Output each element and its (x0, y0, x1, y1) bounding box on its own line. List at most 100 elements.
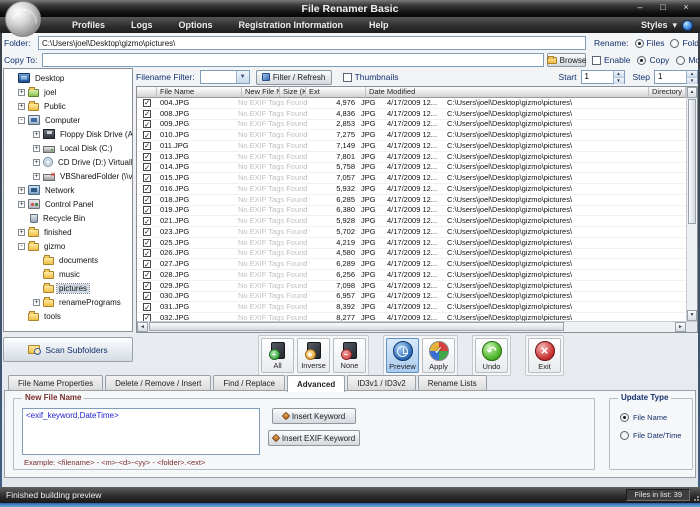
action-button[interactable]: All (261, 338, 294, 373)
tree-expander[interactable]: + (18, 187, 25, 194)
row-checkbox[interactable] (143, 282, 151, 290)
row-checkbox[interactable] (143, 142, 151, 150)
table-row[interactable]: 026.JPG No EXIF Tags Found 4,580 JPG 4/1… (137, 249, 686, 260)
tab[interactable]: ID3v1 / ID3v2 (347, 375, 415, 391)
tree-item[interactable]: Recycle Bin (6, 211, 132, 225)
tree-expander[interactable]: + (33, 145, 40, 152)
menu-item[interactable]: Options (179, 20, 213, 30)
tree-expander[interactable]: + (18, 103, 25, 110)
rename-files-option[interactable]: Files (635, 38, 665, 48)
styles-menu[interactable]: Styles ▾ (641, 17, 700, 33)
tree-expander[interactable]: + (18, 201, 25, 208)
filename-filter-combobox[interactable]: ▼ (200, 70, 250, 84)
spinner-up-icon[interactable]: ▲ (687, 71, 697, 78)
row-checkbox[interactable] (143, 120, 151, 128)
tree-expander[interactable]: + (33, 159, 40, 166)
thumbnails-option[interactable]: Thumbnails (343, 72, 399, 82)
horizontal-scroll-thumb[interactable] (149, 322, 564, 331)
tree-item[interactable]: - Computer (6, 113, 132, 127)
maximize-button[interactable]: □ (657, 2, 669, 12)
file-datetime-radio[interactable] (620, 431, 629, 440)
row-checkbox[interactable] (143, 217, 151, 225)
tree-expander[interactable]: + (33, 299, 40, 306)
tree-item[interactable]: + finished (6, 225, 132, 239)
action-button[interactable]: Inverse (297, 338, 330, 373)
step-stepper[interactable]: 1 ▲▼ (654, 70, 698, 84)
tree-item[interactable]: + Network (6, 183, 132, 197)
insert-keyword-button[interactable]: Insert Keyword (272, 408, 356, 424)
files-radio[interactable] (635, 39, 644, 48)
move-option[interactable]: Move (676, 55, 700, 65)
update-type-option[interactable]: File Name (620, 413, 667, 422)
spinner-up-icon[interactable]: ▲ (614, 71, 624, 78)
move-radio[interactable] (676, 56, 685, 65)
start-spinner-buttons[interactable]: ▲▼ (613, 71, 624, 83)
menu-item[interactable]: Profiles (72, 20, 105, 30)
thumbnails-checkbox[interactable] (343, 73, 352, 82)
step-value[interactable]: 1 (655, 71, 686, 83)
table-row[interactable]: 023.JPG No EXIF Tags Found 5,702 JPG 4/1… (137, 227, 686, 238)
table-row[interactable]: 031.JPG No EXIF Tags Found 8,392 JPG 4/1… (137, 302, 686, 313)
minimize-button[interactable]: – (634, 2, 646, 12)
tree-item[interactable]: pictures (6, 281, 132, 295)
file-name-radio[interactable] (620, 413, 629, 422)
tree-item[interactable]: + VBSharedFolder (\\vboxsvr) (Z (6, 169, 132, 183)
tab[interactable]: File Name Properties (8, 375, 103, 391)
tree-item[interactable]: music (6, 267, 132, 281)
row-checkbox[interactable] (143, 153, 151, 161)
row-checkbox[interactable] (143, 228, 151, 236)
row-checkbox[interactable] (143, 239, 151, 247)
step-spinner-buttons[interactable]: ▲▼ (686, 71, 697, 83)
scroll-down-icon[interactable]: ▼ (687, 310, 697, 321)
row-checkbox[interactable] (143, 99, 151, 107)
row-checkbox[interactable] (143, 271, 151, 279)
table-row[interactable]: 021.JPG No EXIF Tags Found 5,928 JPG 4/1… (137, 216, 686, 227)
table-row[interactable]: 004.JPG No EXIF Tags Found 4,976 JPG 4/1… (137, 98, 686, 109)
row-checkbox[interactable] (143, 206, 151, 214)
tree-expander[interactable]: + (33, 173, 40, 180)
title-bar[interactable]: File Renamer Basic – □ × (0, 0, 700, 17)
rename-folders-option[interactable]: Folders (670, 38, 700, 48)
row-checkbox[interactable] (143, 314, 151, 321)
row-checkbox[interactable] (143, 196, 151, 204)
folder-path-input[interactable]: C:\Users\joel\Desktop\gizmo\pictures\ (38, 36, 586, 50)
update-type-option[interactable]: File Date/Time (620, 431, 681, 440)
scroll-right-icon[interactable]: ► (675, 322, 686, 332)
table-row[interactable]: 029.JPG No EXIF Tags Found 7,098 JPG 4/1… (137, 281, 686, 292)
action-button[interactable]: Preview (386, 338, 419, 373)
column-header[interactable]: Date Modified (366, 87, 649, 98)
row-checkbox[interactable] (143, 131, 151, 139)
table-row[interactable]: 013.JPG No EXIF Tags Found 7,801 JPG 4/1… (137, 152, 686, 163)
tree-expander[interactable]: - (18, 117, 25, 124)
table-row[interactable]: 025.JPG No EXIF Tags Found 4,219 JPG 4/1… (137, 238, 686, 249)
row-checkbox[interactable] (143, 303, 151, 311)
new-file-name-input[interactable]: <exif_keyword,DateTime> (22, 408, 260, 455)
tree-expander[interactable]: + (33, 131, 40, 138)
table-row[interactable]: 019.JPG No EXIF Tags Found 6,380 JPG 4/1… (137, 206, 686, 217)
folders-radio[interactable] (670, 39, 679, 48)
vertical-scrollbar[interactable]: ▲ ▼ (686, 87, 697, 321)
copy-option[interactable]: Copy (637, 55, 669, 65)
tab[interactable]: Advanced (287, 375, 345, 392)
table-row[interactable]: 030.JPG No EXIF Tags Found 6,957 JPG 4/1… (137, 292, 686, 303)
table-row[interactable]: 010.JPG No EXIF Tags Found 7,275 JPG 4/1… (137, 130, 686, 141)
menu-item[interactable]: Help (369, 20, 389, 30)
row-checkbox[interactable] (143, 260, 151, 268)
row-checkbox[interactable] (143, 110, 151, 118)
scroll-left-icon[interactable]: ◄ (137, 322, 148, 332)
resize-grip[interactable] (693, 495, 699, 501)
tab[interactable]: Rename Lists (418, 375, 487, 391)
tree-item[interactable]: + CD Drive (D:) VirtualBox Guest (6, 155, 132, 169)
tree-item[interactable]: + Local Disk (C:) (6, 141, 132, 155)
combo-dropdown-icon[interactable]: ▼ (236, 71, 249, 83)
insert-exif-keyword-button[interactable]: Insert EXIF Keyword (268, 430, 360, 446)
tree-item[interactable]: - gizmo (6, 239, 132, 253)
action-button[interactable]: Exit (528, 338, 561, 373)
tree-item[interactable]: + Floppy Disk Drive (A:) (6, 127, 132, 141)
scroll-up-icon[interactable]: ▲ (687, 87, 697, 98)
start-stepper[interactable]: 1 ▲▼ (581, 70, 625, 84)
action-button[interactable]: None (333, 338, 366, 373)
table-row[interactable]: 028.JPG No EXIF Tags Found 6,256 JPG 4/1… (137, 270, 686, 281)
scan-subfolders-button[interactable]: Scan Subfolders (3, 337, 133, 362)
action-button[interactable]: Apply (422, 338, 455, 373)
